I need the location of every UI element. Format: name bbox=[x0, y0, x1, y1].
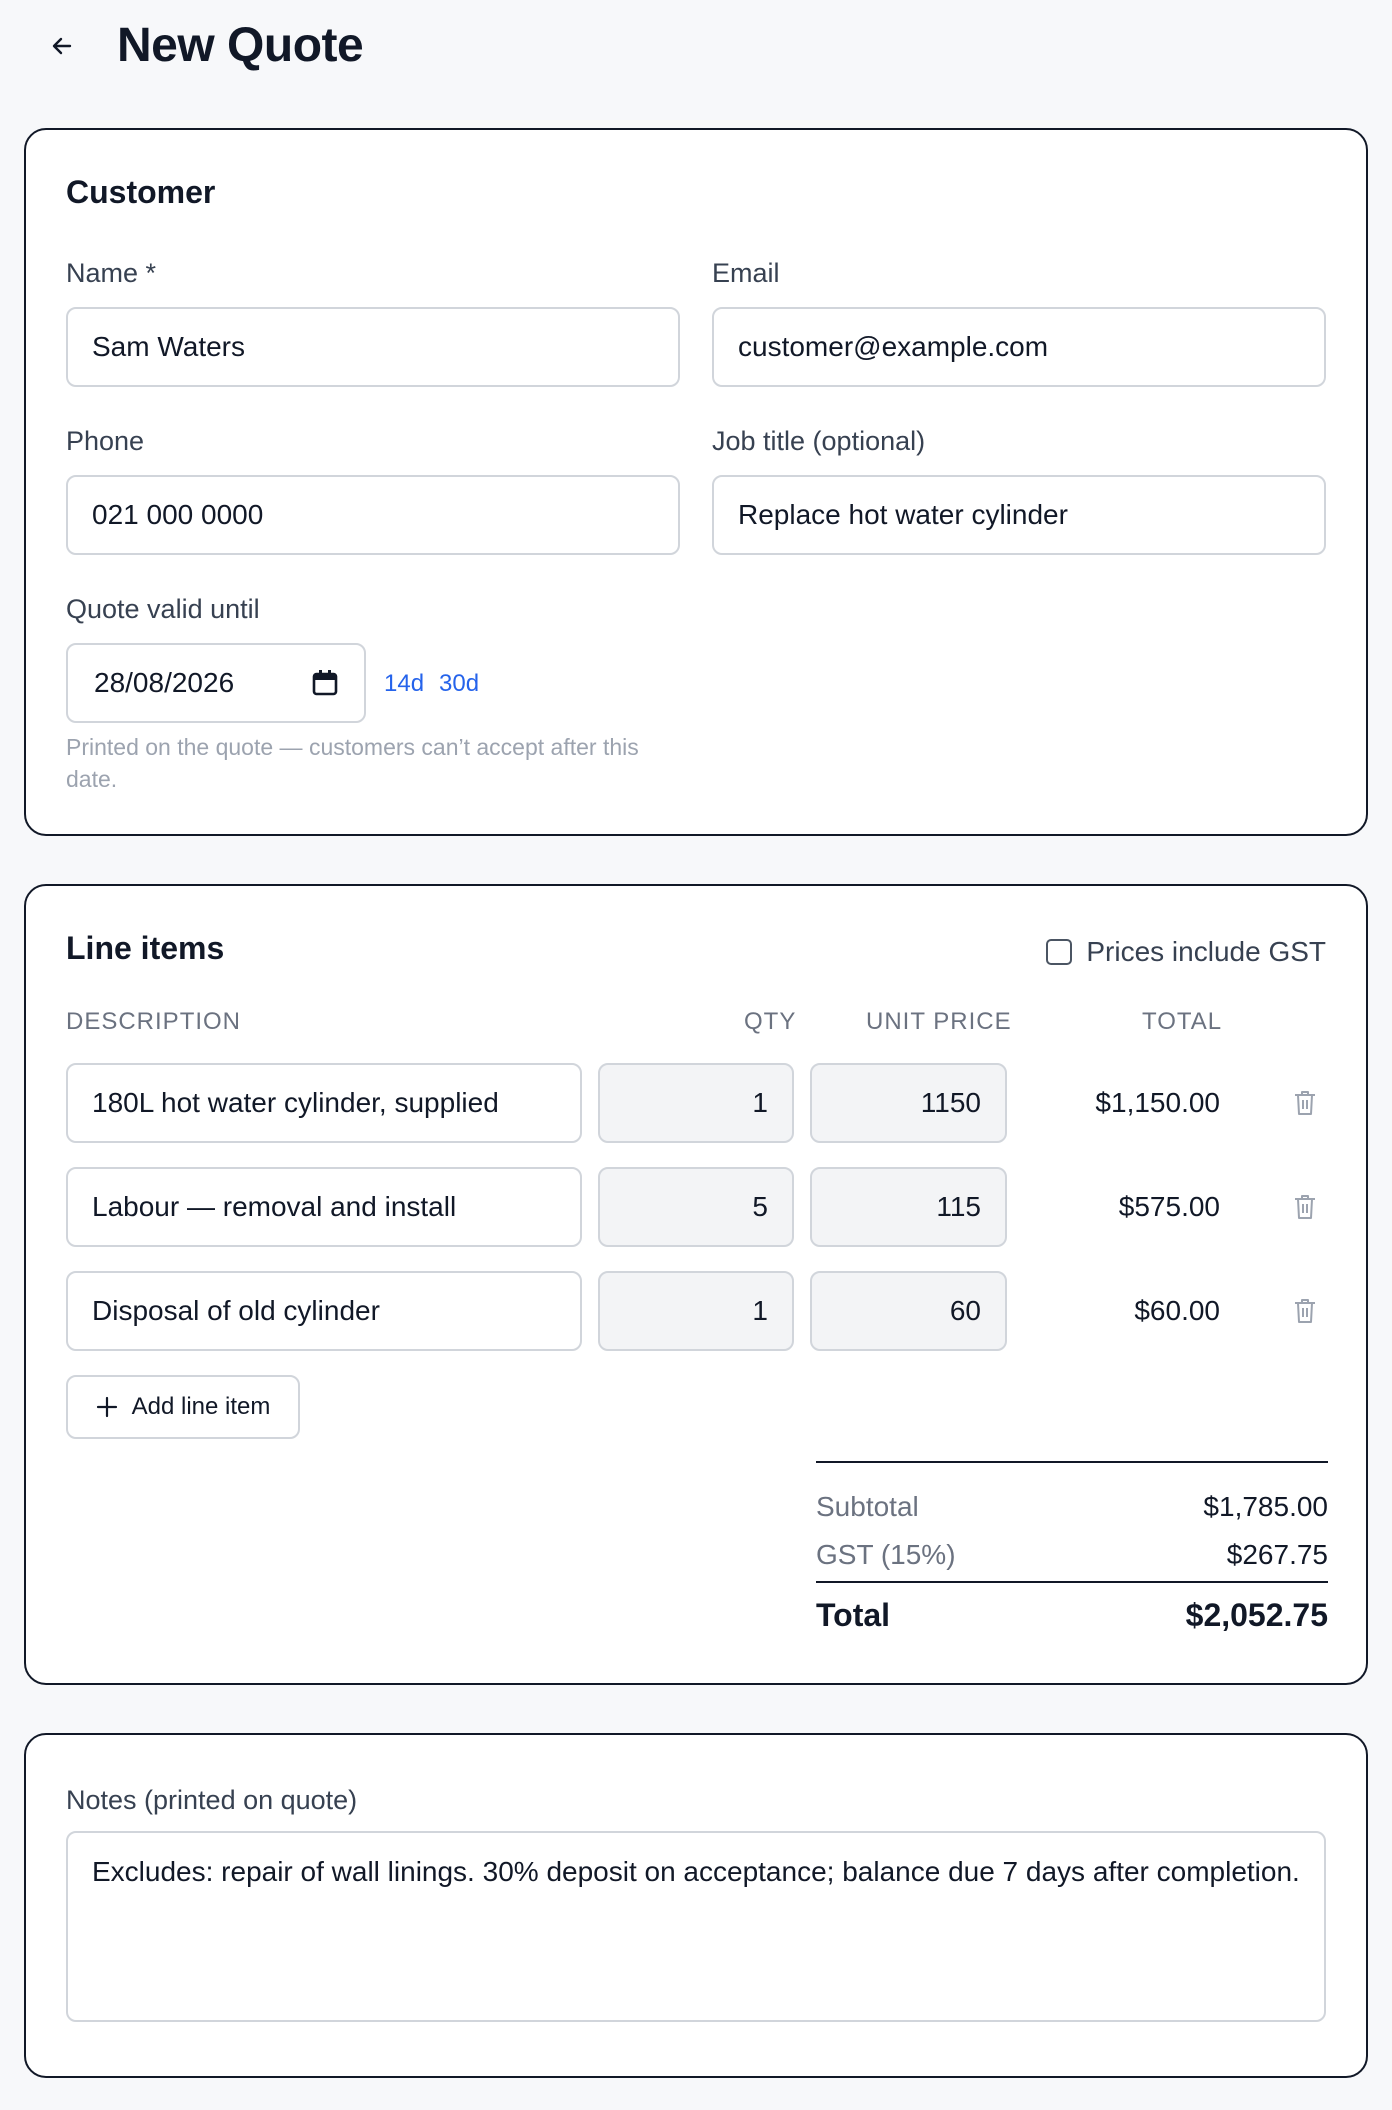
add-line-item-button[interactable]: Add line item bbox=[66, 1375, 300, 1439]
subtotal-value: $1,785.00 bbox=[1203, 1491, 1328, 1522]
page-title: New Quote bbox=[117, 19, 364, 72]
customer-section-title: Customer bbox=[66, 174, 216, 210]
prices-include-gst-checkbox[interactable] bbox=[1046, 939, 1073, 965]
notes-textarea[interactable]: Excludes: repair of wall linings. 30% de… bbox=[66, 1831, 1326, 2022]
line-item-total: $1,150.00 bbox=[1095, 1087, 1220, 1118]
line-items-card: Line items Prices include GST DESCRIPTIO… bbox=[24, 884, 1368, 1685]
line-item-qty-input[interactable]: 1 bbox=[598, 1063, 794, 1143]
job-title-field[interactable] bbox=[712, 475, 1326, 555]
valid-until-help-line1: Printed on the quote — customers can’t a… bbox=[66, 734, 639, 760]
total-value: $2,052.75 bbox=[1185, 1597, 1328, 1633]
line-item-description-input[interactable]: 180L hot water cylinder, supplied bbox=[66, 1063, 582, 1143]
gst-label: GST (15%) bbox=[816, 1539, 956, 1570]
email-label: Email bbox=[712, 258, 780, 288]
job-title-label: Job title (optional) bbox=[712, 426, 926, 456]
line-items-section-title: Line items bbox=[66, 930, 225, 966]
line-item-row: Disposal of old cylinder 1 60 $60.00 bbox=[26, 1271, 1366, 1351]
line-item-row: 180L hot water cylinder, supplied 1 1150… bbox=[26, 1063, 1366, 1143]
total-label: Total bbox=[816, 1597, 891, 1633]
line-item-qty-input[interactable]: 1 bbox=[598, 1271, 794, 1351]
line-item-unit-price-input[interactable]: 1150 bbox=[810, 1063, 1007, 1143]
prices-include-gst-toggle[interactable]: Prices include GST bbox=[1046, 936, 1326, 968]
line-item-unit-price-input[interactable]: 115 bbox=[810, 1167, 1007, 1247]
quick-link-14d[interactable]: 14d bbox=[384, 670, 424, 698]
prices-include-gst-label: Prices include GST bbox=[1086, 936, 1326, 967]
line-item-row: Labour — removal and install 5 115 $575.… bbox=[26, 1167, 1366, 1247]
line-item-description-input[interactable]: Disposal of old cylinder bbox=[66, 1271, 582, 1351]
column-header-unit-price: UNIT PRICE bbox=[866, 1008, 1012, 1035]
phone-field[interactable] bbox=[66, 475, 680, 555]
column-header-qty: QTY bbox=[744, 1008, 797, 1035]
phone-label: Phone bbox=[66, 426, 145, 456]
gst-row: GST (15%) $267.75 bbox=[816, 1539, 1328, 1571]
add-line-item-label: Add line item bbox=[131, 1393, 271, 1420]
column-header-description: DESCRIPTION bbox=[66, 1008, 242, 1035]
total-row: Total $2,052.75 bbox=[816, 1597, 1328, 1634]
trash-icon[interactable] bbox=[1292, 1193, 1318, 1221]
valid-until-help-line2: date. bbox=[66, 766, 118, 792]
back-button[interactable] bbox=[46, 30, 78, 62]
valid-until-value: 28/08/2026 bbox=[94, 667, 235, 698]
email-field[interactable] bbox=[712, 307, 1326, 387]
customer-card: Customer Name * Email Phone Job title (o… bbox=[24, 128, 1368, 836]
quick-link-30d[interactable]: 30d bbox=[439, 670, 479, 698]
arrow-left-icon bbox=[52, 37, 72, 55]
line-item-description-input[interactable]: Labour — removal and install bbox=[66, 1167, 582, 1247]
plus-icon bbox=[96, 1396, 117, 1418]
trash-icon[interactable] bbox=[1292, 1297, 1318, 1325]
line-item-qty-input[interactable]: 5 bbox=[598, 1167, 794, 1247]
totals-summary: Subtotal $1,785.00 GST (15%) $267.75 Tot… bbox=[816, 1461, 1328, 1633]
gst-value: $267.75 bbox=[1226, 1539, 1328, 1570]
trash-icon[interactable] bbox=[1292, 1089, 1318, 1117]
subtotal-label: Subtotal bbox=[816, 1491, 919, 1522]
valid-until-date-input[interactable]: 28/08/2026 bbox=[66, 643, 366, 723]
totals-divider bbox=[816, 1581, 1328, 1583]
page-header: New Quote bbox=[0, 0, 1392, 96]
line-item-total: $575.00 bbox=[1118, 1191, 1220, 1222]
valid-until-label: Quote valid until bbox=[66, 594, 260, 624]
line-item-unit-price-input[interactable]: 60 bbox=[810, 1271, 1007, 1351]
subtotal-row: Subtotal $1,785.00 bbox=[816, 1491, 1328, 1523]
name-label: Name * bbox=[66, 258, 157, 288]
notes-label: Notes (printed on quote) bbox=[66, 1785, 358, 1815]
line-item-total: $60.00 bbox=[1134, 1295, 1220, 1326]
calendar-icon[interactable] bbox=[312, 669, 338, 697]
column-header-total: TOTAL bbox=[1142, 1008, 1223, 1035]
notes-card: Notes (printed on quote) Excludes: repai… bbox=[24, 1733, 1368, 2078]
name-field[interactable] bbox=[66, 307, 680, 387]
